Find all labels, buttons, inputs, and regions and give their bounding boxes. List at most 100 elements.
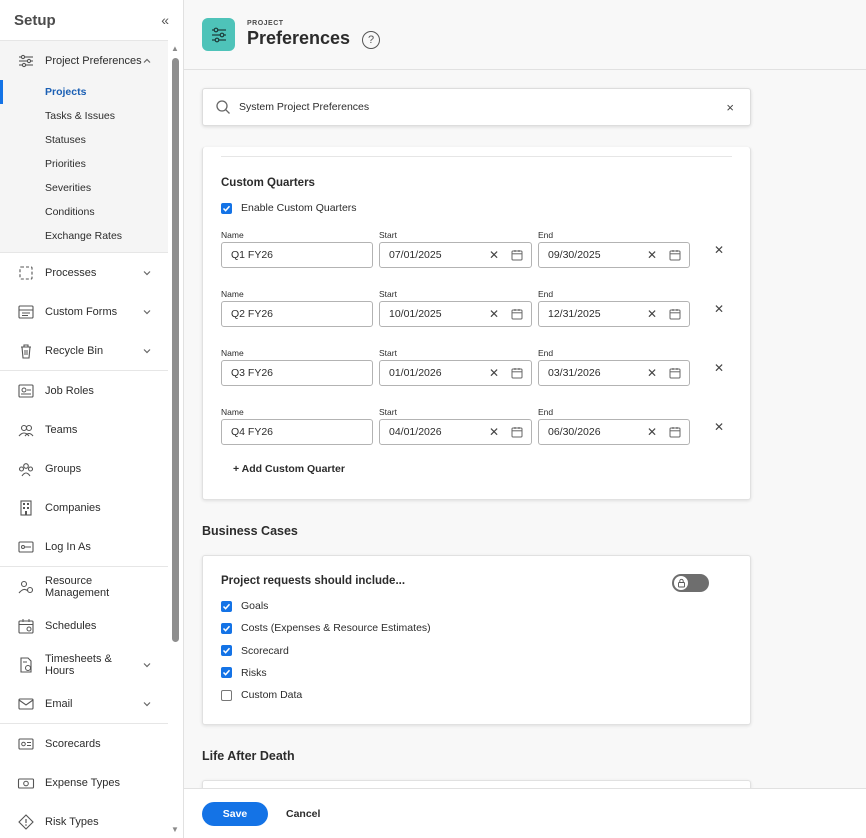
teams-icon bbox=[17, 421, 35, 439]
clear-date-icon[interactable]: ✕ bbox=[487, 248, 501, 262]
quarter-name-field[interactable]: Q1 FY26 bbox=[221, 242, 373, 268]
sidebar-header: Setup « bbox=[0, 0, 183, 40]
sidebar-item-custom-forms[interactable]: Custom Forms bbox=[0, 292, 168, 331]
sidebar-item-groups[interactable]: Groups bbox=[0, 449, 168, 488]
quarter-start-field[interactable]: 01/01/2026 ✕ bbox=[379, 360, 532, 386]
quarter-name-label: Name bbox=[221, 289, 244, 299]
sidebar-item-expense-types[interactable]: Expense Types bbox=[0, 763, 168, 802]
quarter-start-field[interactable]: 10/01/2025 ✕ bbox=[379, 301, 532, 327]
calendar-icon[interactable] bbox=[511, 367, 523, 379]
sidebar-subitem-statuses[interactable]: Statuses bbox=[0, 128, 168, 152]
clear-date-icon[interactable]: ✕ bbox=[487, 307, 501, 321]
job-roles-icon bbox=[17, 382, 35, 400]
sidebar-item-teams[interactable]: Teams bbox=[0, 410, 168, 449]
help-icon[interactable]: ? bbox=[362, 30, 381, 49]
calendar-icon[interactable] bbox=[669, 426, 681, 438]
clear-date-icon[interactable]: ✕ bbox=[487, 425, 501, 439]
sidebar-item-email[interactable]: Email bbox=[0, 684, 168, 723]
quarter-end-field[interactable]: 12/31/2025 ✕ bbox=[538, 301, 690, 327]
business-case-checkbox[interactable] bbox=[221, 667, 232, 679]
calendar-icon[interactable] bbox=[669, 367, 681, 379]
sidebar-item-schedules[interactable]: Schedules bbox=[0, 606, 168, 645]
quarter-name-value: Q1 FY26 bbox=[231, 249, 274, 261]
clear-date-icon[interactable]: ✕ bbox=[645, 425, 659, 439]
main-panel: PROJECT Preferences ? × Custom Quarters … bbox=[184, 0, 866, 838]
calendar-icon[interactable] bbox=[669, 249, 681, 261]
sidebar-item-processes[interactable]: Processes bbox=[0, 253, 168, 292]
quarter-start-field[interactable]: 04/01/2026 ✕ bbox=[379, 419, 532, 445]
quarter-name-field[interactable]: Q3 FY26 bbox=[221, 360, 373, 386]
quarter-name-field[interactable]: Q2 FY26 bbox=[221, 301, 373, 327]
business-case-checkbox[interactable] bbox=[221, 622, 232, 634]
quarter-end-value: 03/31/2026 bbox=[548, 367, 601, 379]
remove-quarter-icon[interactable]: ✕ bbox=[714, 302, 724, 316]
quarter-start-value: 01/01/2026 bbox=[389, 367, 442, 379]
sidebar-subitem-projects[interactable]: Projects bbox=[0, 80, 168, 104]
enable-custom-quarters-row: Enable Custom Quarters bbox=[221, 202, 357, 214]
sidebar-item-risk-types[interactable]: Risk Types bbox=[0, 802, 168, 838]
sidebar-subitem-severities[interactable]: Severities bbox=[0, 176, 168, 200]
sidebar-item-label: Expense Types bbox=[45, 776, 121, 789]
quarter-start-label: Start bbox=[379, 348, 397, 358]
sidebar-subitem-priorities[interactable]: Priorities bbox=[0, 152, 168, 176]
sidebar-subnav: Projects Tasks & Issues Statuses Priorities… bbox=[0, 80, 168, 252]
calendar-icon[interactable] bbox=[511, 308, 523, 320]
sidebar-group: Job Roles Teams Groups Companies Log In As bbox=[0, 370, 168, 566]
sidebar-subitem-tasks-issues[interactable]: Tasks & Issues bbox=[0, 104, 168, 128]
double-chevron-left-icon[interactable]: « bbox=[161, 12, 169, 28]
sidebar-item-label: Processes bbox=[45, 266, 97, 279]
enable-custom-quarters-checkbox[interactable] bbox=[221, 202, 232, 214]
sidebar-subitem-exchange-rates[interactable]: Exchange Rates bbox=[0, 224, 168, 248]
page-kicker: PROJECT bbox=[247, 20, 284, 27]
clear-date-icon[interactable]: ✕ bbox=[645, 366, 659, 380]
quarter-end-column: End 12/31/2025 ✕ bbox=[538, 289, 690, 327]
business-case-checkbox[interactable] bbox=[221, 600, 232, 612]
sidebar-subitem-conditions[interactable]: Conditions bbox=[0, 200, 168, 224]
calendar-icon[interactable] bbox=[511, 426, 523, 438]
quarter-end-label: End bbox=[538, 407, 554, 417]
quarter-start-column: Start 04/01/2026 ✕ bbox=[379, 407, 532, 445]
login-icon bbox=[17, 538, 35, 556]
quarter-end-field[interactable]: 09/30/2025 ✕ bbox=[538, 242, 690, 268]
quarter-start-label: Start bbox=[379, 230, 397, 240]
business-cases-heading: Business Cases bbox=[202, 524, 298, 538]
remove-quarter-icon[interactable]: ✕ bbox=[714, 420, 724, 434]
scroll-down-icon[interactable]: ▼ bbox=[171, 825, 179, 834]
search-input[interactable] bbox=[239, 101, 727, 113]
quarter-end-field[interactable]: 03/31/2026 ✕ bbox=[538, 360, 690, 386]
sidebar-item-recycle-bin[interactable]: Recycle Bin bbox=[0, 331, 168, 370]
quarter-end-field[interactable]: 06/30/2026 ✕ bbox=[538, 419, 690, 445]
scroll-up-icon[interactable]: ▲ bbox=[171, 44, 179, 53]
remove-quarter-icon[interactable]: ✕ bbox=[714, 361, 724, 375]
quarter-name-value: Q4 FY26 bbox=[231, 426, 274, 438]
chevron-down-icon bbox=[142, 660, 152, 670]
clear-date-icon[interactable]: ✕ bbox=[645, 307, 659, 321]
sidebar-scrollbar[interactable]: ▲ ▼ bbox=[170, 44, 180, 834]
clear-search-icon[interactable]: × bbox=[726, 100, 734, 115]
chevron-down-icon bbox=[142, 307, 152, 317]
sidebar-item-job-roles[interactable]: Job Roles bbox=[0, 371, 168, 410]
locked-toggle[interactable] bbox=[672, 574, 709, 592]
remove-quarter-icon[interactable]: ✕ bbox=[714, 243, 724, 257]
cancel-button[interactable]: Cancel bbox=[286, 808, 320, 820]
quarter-start-field[interactable]: 07/01/2025 ✕ bbox=[379, 242, 532, 268]
scrollbar-thumb[interactable] bbox=[172, 58, 179, 642]
sidebar-item-timesheets-hours[interactable]: Timesheets & Hours bbox=[0, 645, 168, 684]
clear-date-icon[interactable]: ✕ bbox=[645, 248, 659, 262]
business-case-checkbox[interactable] bbox=[221, 689, 232, 701]
business-case-label: Costs (Expenses & Resource Estimates) bbox=[241, 622, 431, 635]
sidebar-item-log-in-as[interactable]: Log In As bbox=[0, 527, 168, 566]
content-area: × Custom Quarters Enable Custom Quarters… bbox=[184, 71, 866, 788]
quarter-name-field[interactable]: Q4 FY26 bbox=[221, 419, 373, 445]
sidebar-item-project-preferences[interactable]: Project Preferences bbox=[0, 41, 168, 80]
calendar-icon[interactable] bbox=[669, 308, 681, 320]
add-custom-quarter-button[interactable]: + Add Custom Quarter bbox=[233, 463, 345, 475]
calendar-icon[interactable] bbox=[511, 249, 523, 261]
sidebar-item-resource-management[interactable]: Resource Management bbox=[0, 567, 168, 606]
clear-date-icon[interactable]: ✕ bbox=[487, 366, 501, 380]
save-button[interactable]: Save bbox=[202, 801, 268, 826]
sidebar-item-scorecards[interactable]: Scorecards bbox=[0, 724, 168, 763]
business-case-option: Risks bbox=[221, 667, 267, 679]
sidebar-item-companies[interactable]: Companies bbox=[0, 488, 168, 527]
business-case-checkbox[interactable] bbox=[221, 645, 232, 657]
